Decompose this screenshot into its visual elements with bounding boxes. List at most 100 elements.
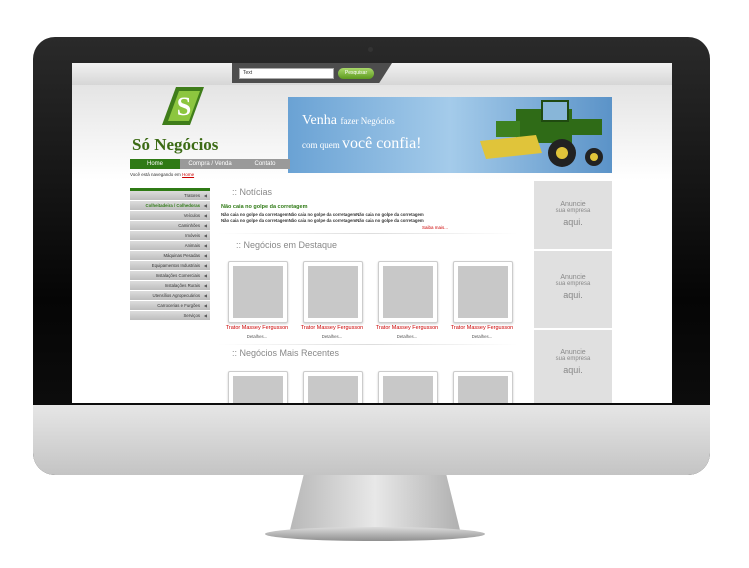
svg-text:S: S (177, 92, 191, 121)
arrow-left-icon: ◀ (203, 283, 207, 288)
banner-word: você confia! (342, 135, 422, 152)
sidebar-item-label: Caminhões (178, 223, 200, 228)
product-image-placeholder (458, 376, 508, 403)
product-card[interactable] (228, 371, 288, 403)
ad-slot[interactable]: Anuncie sua empresa aqui. (534, 349, 612, 375)
ad-line: sua empresa (555, 208, 591, 214)
ad-line: sua empresa (555, 281, 591, 287)
banner-headline: Venha fazer Negócios (302, 113, 395, 129)
ad-line: aqui. (563, 365, 583, 375)
ad-line: Anuncie (560, 201, 586, 208)
sidebar-item-maquinas[interactable]: Máquinas Pesadas ◀ (130, 251, 210, 260)
arrow-left-icon: ◀ (203, 253, 207, 258)
sidebar-item-label: Tratores (184, 193, 200, 198)
sidebar-item-label: Utensílios Agropecuários (152, 293, 200, 298)
sidebar-item-label: Colheitadeira / Colhedoras (145, 203, 200, 208)
product-image-placeholder (458, 266, 508, 318)
product-details-link[interactable]: Detalhes... (369, 334, 445, 339)
arrow-left-icon: ◀ (203, 203, 207, 208)
product-title[interactable]: Trator Massey Fergusson (294, 325, 370, 331)
ad-slot[interactable]: Anuncie sua empresa aqui. (534, 274, 612, 300)
sidebar-item-carrocerias[interactable]: Carrocerias e Furgões ◀ (130, 301, 210, 310)
product-details-link[interactable]: Detalhes... (294, 334, 370, 339)
product-card[interactable] (378, 371, 438, 403)
product-title[interactable]: Trator Massey Fergusson (219, 325, 295, 331)
sidebar-item-imoveis[interactable]: Imóveis ◀ (130, 231, 210, 240)
sidebar-item-label: Animais (184, 243, 200, 248)
sidebar-item-inst-rurais[interactable]: Instalações Rurais ◀ (130, 281, 210, 290)
breadcrumb-prefix: Você está navegando em (130, 172, 181, 177)
brand-name[interactable]: Só Negócios (132, 135, 218, 155)
product-image-placeholder (308, 376, 358, 403)
sidebar-item-animais[interactable]: Animais ◀ (130, 241, 210, 250)
product-card[interactable] (303, 371, 363, 403)
sidebar-item-caminhoes[interactable]: Caminhões ◀ (130, 221, 210, 230)
ad-slot[interactable]: Anuncie sua empresa aqui. (534, 201, 612, 227)
product-details-link[interactable]: Detalhes... (444, 334, 520, 339)
sidebar-item-servicos[interactable]: Serviços ◀ (130, 311, 210, 320)
recent-section-title: :: Negócios Mais Recentes (232, 348, 340, 358)
sidebar-item-label: Imóveis (185, 233, 200, 238)
sidebar-item-inst-comerciais[interactable]: Instalações Comerciais ◀ (130, 271, 210, 280)
arrow-left-icon: ◀ (203, 273, 207, 278)
logo-icon[interactable]: S (158, 85, 208, 129)
product-card[interactable] (453, 371, 513, 403)
product-image-placeholder (308, 266, 358, 318)
nav-compra-venda[interactable]: Compra / Venda (180, 159, 240, 169)
arrow-left-icon: ◀ (203, 303, 207, 308)
monitor-foot (265, 527, 485, 541)
product-image-placeholder (233, 266, 283, 318)
sidebar-item-utensilios[interactable]: Utensílios Agropecuários ◀ (130, 291, 210, 300)
search-button[interactable]: Pesquisar (338, 68, 374, 79)
product-card[interactable] (303, 261, 363, 323)
product-title[interactable]: Trator Massey Fergusson (444, 325, 520, 331)
product-title[interactable]: Trator Massey Fergusson (369, 325, 445, 331)
breadcrumb: Você está navegando em Home (130, 172, 194, 177)
nav-home[interactable]: Home (130, 159, 180, 169)
product-image-placeholder (383, 376, 433, 403)
sidebar-item-tratores[interactable]: Tratores ◀ (130, 191, 210, 200)
section-divider (218, 344, 518, 345)
arrow-left-icon: ◀ (203, 193, 207, 198)
combine-harvester-image (480, 100, 603, 167)
sidebar-item-veiculos[interactable]: Veículos ◀ (130, 211, 210, 220)
arrow-left-icon: ◀ (203, 243, 207, 248)
product-card[interactable] (228, 261, 288, 323)
category-sidebar: Tratores ◀ Colheitadeira / Colhedoras ◀ Ve… (130, 188, 210, 321)
arrow-left-icon: ◀ (203, 213, 207, 218)
breadcrumb-link-home[interactable]: Home (182, 172, 194, 177)
monitor-stand (290, 475, 460, 530)
section-divider (218, 233, 518, 234)
search-input[interactable]: Text (239, 68, 334, 79)
sidebar-item-colheitadeira[interactable]: Colheitadeira / Colhedoras ◀ (130, 201, 210, 210)
sidebar-item-label: Carrocerias e Furgões (157, 303, 200, 308)
banner-word: fazer Negócios (340, 116, 395, 126)
camera-icon (368, 47, 373, 52)
banner-tagline: com quem você confia! (302, 135, 422, 153)
news-headline[interactable]: Não caia no golpe da corretagem (221, 204, 308, 210)
monitor-chin (33, 405, 710, 475)
product-card[interactable] (378, 261, 438, 323)
news-more-link[interactable]: Saiba mais... (422, 225, 448, 230)
product-image-placeholder (383, 266, 433, 318)
banner-word: Venha (302, 113, 337, 128)
sidebar-item-label: Equipamentos Industriais (151, 263, 200, 268)
ad-line: sua empresa (555, 356, 591, 362)
featured-section-title: :: Negócios em Destaque (236, 240, 338, 250)
ad-line: aqui. (563, 217, 583, 227)
sidebar-item-label: Instalações Rurais (164, 283, 200, 288)
nav-contato[interactable]: Contato (240, 159, 290, 169)
hero-banner[interactable]: Venha fazer Negócios com quem você confi… (288, 97, 612, 173)
banner-word: com quem (302, 140, 340, 150)
product-card[interactable] (453, 261, 513, 323)
news-text: Não caia no golpe da corretagemNão caia … (221, 212, 424, 217)
news-section-title: :: Notícias (232, 187, 273, 197)
screen: Text Pesquisar S Só Negócios Venha fazer… (72, 63, 672, 403)
arrow-left-icon: ◀ (203, 223, 207, 228)
sidebar-item-label: Instalações Comerciais (155, 273, 200, 278)
sidebar-item-label: Serviços (183, 313, 200, 318)
product-details-link[interactable]: Detalhes... (219, 334, 295, 339)
sidebar-item-equipamentos[interactable]: Equipamentos Industriais ◀ (130, 261, 210, 270)
product-image-placeholder (233, 376, 283, 403)
sidebar-item-label: Máquinas Pesadas (163, 253, 200, 258)
